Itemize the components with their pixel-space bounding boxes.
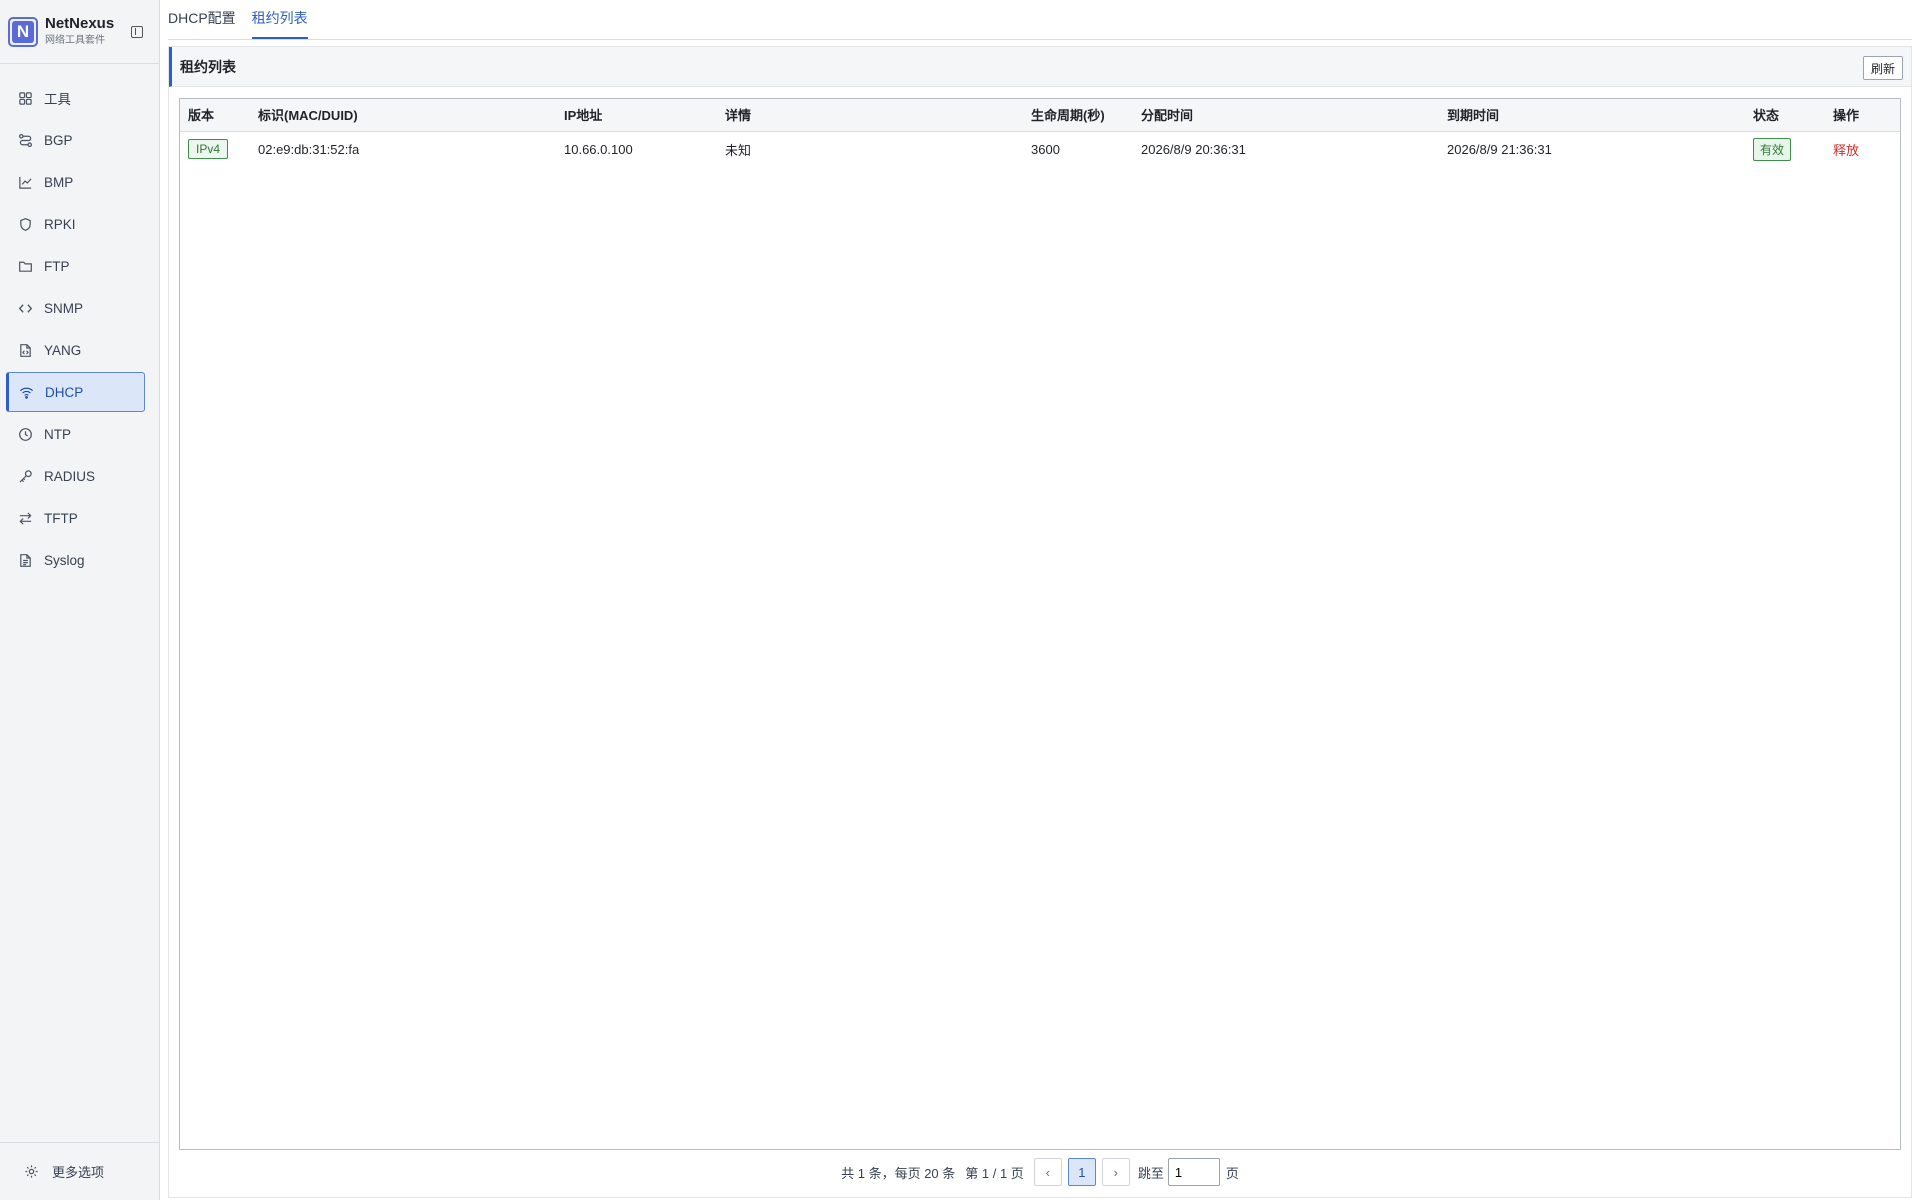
table-row: IPv4 02:e9:db:31:52:fa 10.66.0.100 未知 36… [180, 131, 1900, 167]
sidebar-item-label: YANG [44, 342, 82, 358]
sidebar-nav: 工具 BGP BMP RPKI FTP SNMP YANG DHCP NTP R… [0, 64, 159, 580]
sidebar-item-snmp[interactable]: SNMP [6, 288, 145, 328]
pagination-page-info: 第 1 / 1 页 [965, 1165, 1024, 1181]
column-header-lifetime: 生命周期(秒) [1031, 108, 1105, 124]
code-icon [18, 301, 33, 316]
sidebar-item-ntp[interactable]: NTP [6, 414, 145, 454]
tab-bar: DHCP配置 租约列表 [168, 0, 1912, 40]
cell-expires: 2026/8/9 21:36:31 [1447, 141, 1552, 157]
sidebar-item-rpki[interactable]: RPKI [6, 204, 145, 244]
chart-icon [18, 175, 33, 190]
sidebar: N NetNexus 网络工具套件 工具 BGP BMP RPKI FTP SN… [0, 0, 160, 1200]
wifi-icon [19, 385, 34, 400]
main-content: DHCP配置 租约列表 租约列表 刷新 版本 标识(MAC/DUID) IP地址… [168, 0, 1920, 1200]
brand-header: N NetNexus 网络工具套件 [0, 0, 159, 64]
sidebar-item-label: TFTP [44, 510, 78, 526]
sidebar-item-label: BMP [44, 174, 74, 190]
sidebar-item-label: NTP [44, 426, 71, 442]
grid-icon [18, 91, 33, 106]
lease-panel: 租约列表 刷新 版本 标识(MAC/DUID) IP地址 详情 生命周期(秒) … [168, 46, 1912, 1198]
column-header-ip: IP地址 [564, 108, 603, 124]
cell-status: 有效 [1745, 131, 1825, 167]
sidebar-item-radius[interactable]: RADIUS [6, 456, 145, 496]
release-button[interactable]: 释放 [1833, 143, 1859, 158]
cell-detail: 未知 [725, 142, 752, 158]
panel-header: 租约列表 刷新 [169, 47, 1911, 87]
sidebar-item-label: FTP [44, 258, 70, 274]
status-badge: 有效 [1753, 137, 1792, 161]
sidebar-item-bmp[interactable]: BMP [6, 162, 145, 202]
version-badge: IPv4 [188, 139, 229, 160]
shield-icon [18, 217, 33, 232]
file-code-icon [18, 343, 33, 358]
jump-label: 跳至 [1137, 1165, 1164, 1181]
sidebar-item-label: 工具 [44, 92, 71, 107]
tab-dhcp-config[interactable]: DHCP配置 [168, 8, 236, 39]
table-header-row: 版本 标识(MAC/DUID) IP地址 详情 生命周期(秒) 分配时间 到期时… [180, 99, 1900, 131]
sidebar-item-label: BGP [44, 132, 73, 148]
cell-lifetime: 3600 [1031, 141, 1060, 157]
app-name: NetNexus [45, 15, 115, 32]
sidebar-item-label: RADIUS [44, 468, 96, 484]
column-header-assigned: 分配时间 [1141, 108, 1194, 124]
page-button-current[interactable]: 1 [1067, 1158, 1096, 1186]
sidebar-item-label: DHCP [45, 384, 84, 400]
file-text-icon [18, 553, 33, 568]
tab-lease-list[interactable]: 租约列表 [251, 8, 308, 39]
sidebar-item-syslog[interactable]: Syslog [6, 540, 145, 580]
lease-table: 版本 标识(MAC/DUID) IP地址 详情 生命周期(秒) 分配时间 到期时… [180, 99, 1900, 167]
app-subtitle: 网络工具套件 [45, 35, 105, 46]
refresh-button[interactable]: 刷新 [1862, 56, 1903, 80]
more-options-label: 更多选项 [52, 1165, 105, 1180]
sidebar-item-label: RPKI [44, 216, 76, 232]
sidebar-item-tools[interactable]: 工具 [6, 78, 145, 118]
prev-page-button[interactable]: ‹ [1033, 1158, 1062, 1186]
folder-icon [18, 259, 33, 274]
column-header-detail: 详情 [725, 108, 752, 124]
arrows-swap-icon [18, 511, 33, 526]
sidebar-item-yang[interactable]: YANG [6, 330, 145, 370]
panel-title: 租约列表 [180, 58, 236, 75]
brand-text: NetNexus 网络工具套件 [45, 15, 114, 48]
cell-version: IPv4 [180, 131, 250, 167]
app-logo: N [8, 16, 38, 47]
pagination: 共 1 条，每页 20 条 第 1 / 1 页 ‹ 1 › 跳至 页 [169, 1157, 1911, 1187]
sidebar-collapse-icon[interactable] [131, 26, 143, 38]
logo-letter: N [12, 20, 34, 43]
next-page-button[interactable]: › [1101, 1158, 1130, 1186]
column-header-expires: 到期时间 [1447, 108, 1500, 124]
jump-page-input[interactable] [1167, 1158, 1220, 1186]
column-header-version: 版本 [188, 108, 215, 124]
more-options-button[interactable]: 更多选项 [0, 1142, 159, 1200]
clock-icon [18, 427, 33, 442]
key-icon [18, 469, 33, 484]
sidebar-item-tftp[interactable]: TFTP [6, 498, 145, 538]
cell-identifier: 02:e9:db:31:52:fa [258, 141, 360, 157]
column-header-identifier: 标识(MAC/DUID) [258, 108, 358, 124]
cell-assigned: 2026/8/9 20:36:31 [1141, 141, 1246, 157]
sidebar-item-bgp[interactable]: BGP [6, 120, 145, 160]
sidebar-item-ftp[interactable]: FTP [6, 246, 145, 286]
column-header-action: 操作 [1833, 108, 1860, 124]
pagination-summary: 共 1 条，每页 20 条 [841, 1165, 956, 1181]
jump-suffix: 页 [1225, 1165, 1239, 1181]
cell-ip: 10.66.0.100 [564, 141, 633, 157]
sidebar-item-label: Syslog [44, 552, 85, 568]
cell-action: 释放 [1825, 131, 1900, 167]
sidebar-item-label: SNMP [44, 300, 84, 316]
lease-table-container: 版本 标识(MAC/DUID) IP地址 详情 生命周期(秒) 分配时间 到期时… [179, 98, 1901, 1150]
sidebar-item-dhcp[interactable]: DHCP [6, 372, 145, 412]
column-header-status: 状态 [1753, 108, 1780, 124]
route-icon [18, 133, 33, 148]
gear-icon [24, 1164, 39, 1179]
